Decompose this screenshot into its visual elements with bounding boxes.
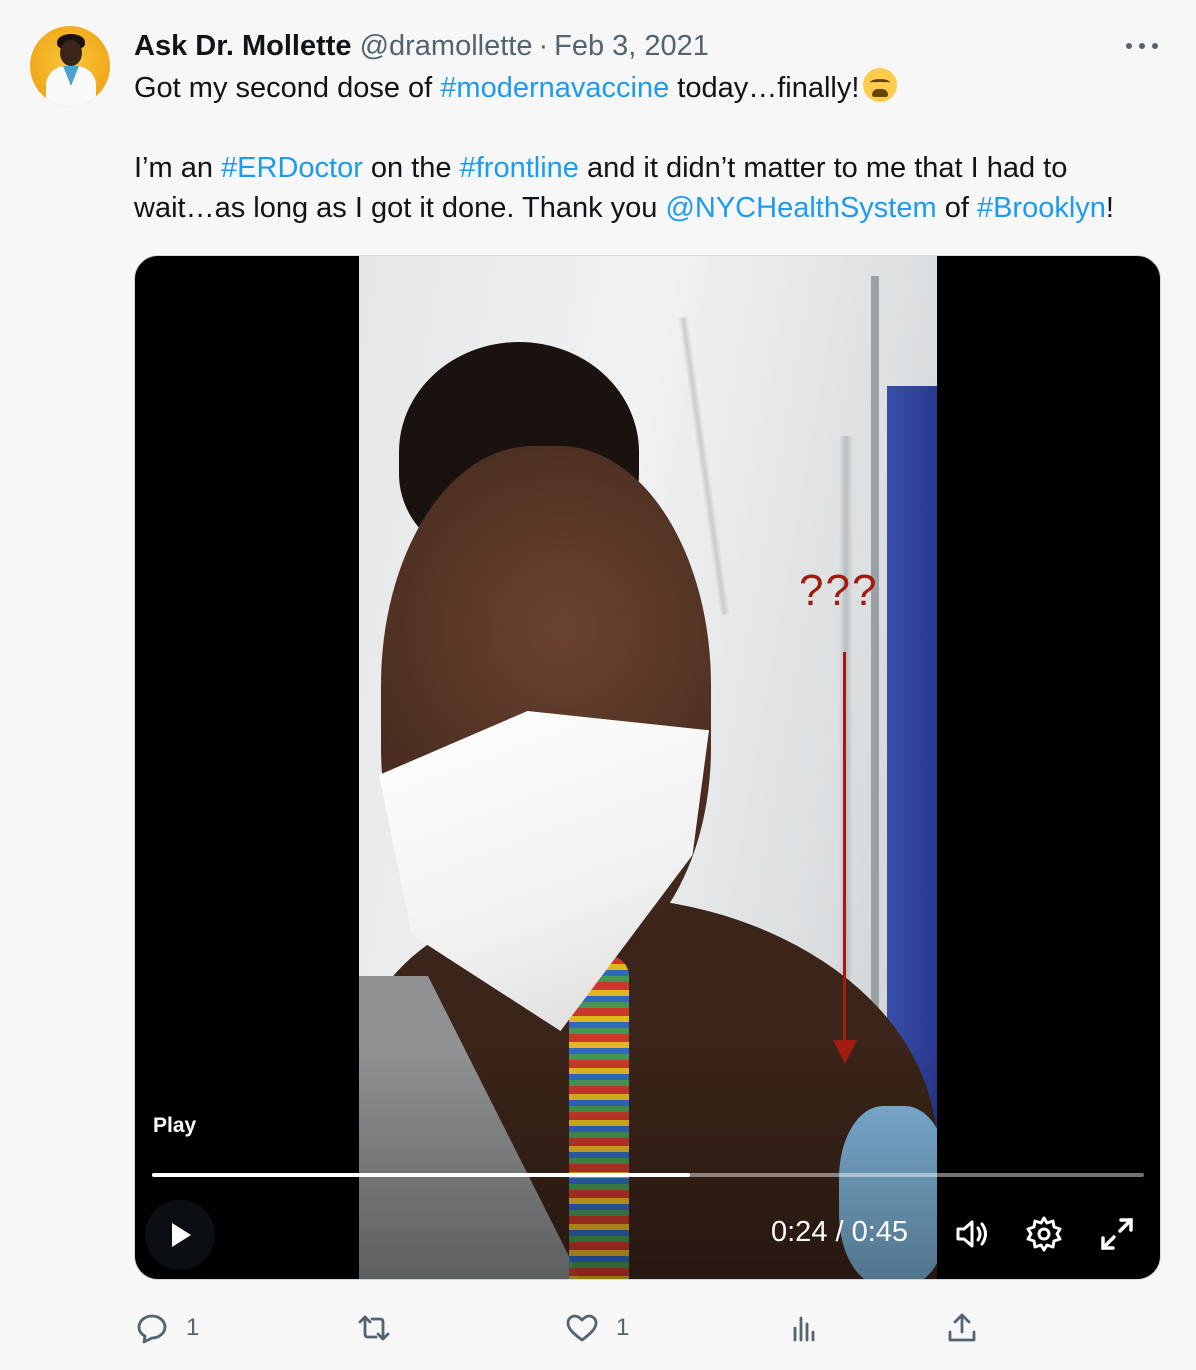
annotation-arrow-line (843, 652, 846, 1042)
more-dot (1126, 43, 1132, 49)
tweet-line-1: Got my second dose of #modernavaccine to… (134, 68, 1174, 108)
text-segment: today…finally! (669, 72, 860, 104)
bar-chart-icon (793, 1316, 815, 1342)
avatar[interactable] (30, 26, 110, 106)
gear-icon (1026, 1216, 1062, 1252)
tweet-line-2: I’m an #ERDoctor on the #frontline and i… (134, 148, 1174, 188)
reply-count: 1 (186, 1314, 200, 1341)
fullscreen-icon (1101, 1218, 1133, 1250)
more-dot (1139, 43, 1145, 49)
volume-button[interactable] (953, 1214, 993, 1254)
separator-dot: · (538, 29, 549, 62)
like-count: 1 (616, 1314, 630, 1341)
settings-button[interactable] (1024, 1214, 1064, 1254)
hashtag-erdoctor[interactable]: #ERDoctor (221, 152, 363, 184)
progress-bar[interactable] (152, 1173, 1144, 1177)
share-button[interactable] (944, 1306, 980, 1350)
mention-nychealthsystem[interactable]: @NYCHealthSystem (665, 192, 936, 224)
like-button[interactable]: 1 (564, 1306, 629, 1350)
annotation-text: ??? (799, 566, 879, 615)
views-button[interactable] (786, 1306, 838, 1350)
video-time: 0:24 / 0:45 (771, 1216, 909, 1248)
author-name[interactable]: Ask Dr. Mollette (134, 30, 352, 63)
video-player[interactable]: ??? Play 0:24 / 0:45 (134, 255, 1161, 1280)
more-options-icon[interactable] (1122, 30, 1162, 62)
play-icon (172, 1223, 191, 1247)
text-segment: I’m an (134, 152, 222, 184)
text-segment: and it didn’t matter to me that I had to (578, 152, 1068, 184)
text-segment: Got my second dose of (134, 72, 441, 104)
hashtag-modernavaccine[interactable]: #modernavaccine (440, 72, 669, 104)
hashtag-frontline[interactable]: #frontline (460, 152, 579, 184)
fullscreen-button[interactable] (1097, 1214, 1137, 1254)
reply-button[interactable]: 1 (134, 1306, 199, 1350)
author-handle[interactable]: @dramollette (360, 30, 533, 63)
avatar-head (60, 40, 82, 66)
heart-icon (566, 1314, 598, 1342)
progress-fill (152, 1173, 690, 1177)
controls-gradient (135, 1049, 1160, 1279)
weary-face-emoji-icon (863, 68, 898, 102)
tweet-date[interactable]: Feb 3, 2021 (554, 30, 709, 63)
retweet-button[interactable] (356, 1306, 408, 1350)
hashtag-brooklyn[interactable]: #Brooklyn (977, 192, 1106, 224)
tweet[interactable]: Ask Dr. Mollette @dramollette · Feb 3, 2… (0, 0, 1196, 1370)
reply-icon (137, 1314, 167, 1344)
text-segment: on the (362, 152, 460, 184)
tweet-actions: 1 1 (134, 1306, 1174, 1350)
more-dot (1152, 43, 1158, 49)
tweet-header: Ask Dr. Mollette @dramollette · Feb 3, 2… (134, 26, 709, 66)
retweet-icon (358, 1315, 390, 1341)
tweet-text: Got my second dose of #modernavaccine to… (134, 68, 1174, 228)
text-segment: ! (1105, 192, 1114, 224)
text-segment: of (936, 192, 977, 224)
volume-icon (956, 1220, 987, 1248)
play-button[interactable] (145, 1200, 215, 1270)
tweet-line-3: wait…as long as I got it done. Thank you… (134, 188, 1174, 228)
text-segment: wait…as long as I got it done. Thank you (134, 192, 666, 224)
play-tooltip: Play (153, 1114, 197, 1137)
share-icon (948, 1313, 976, 1342)
